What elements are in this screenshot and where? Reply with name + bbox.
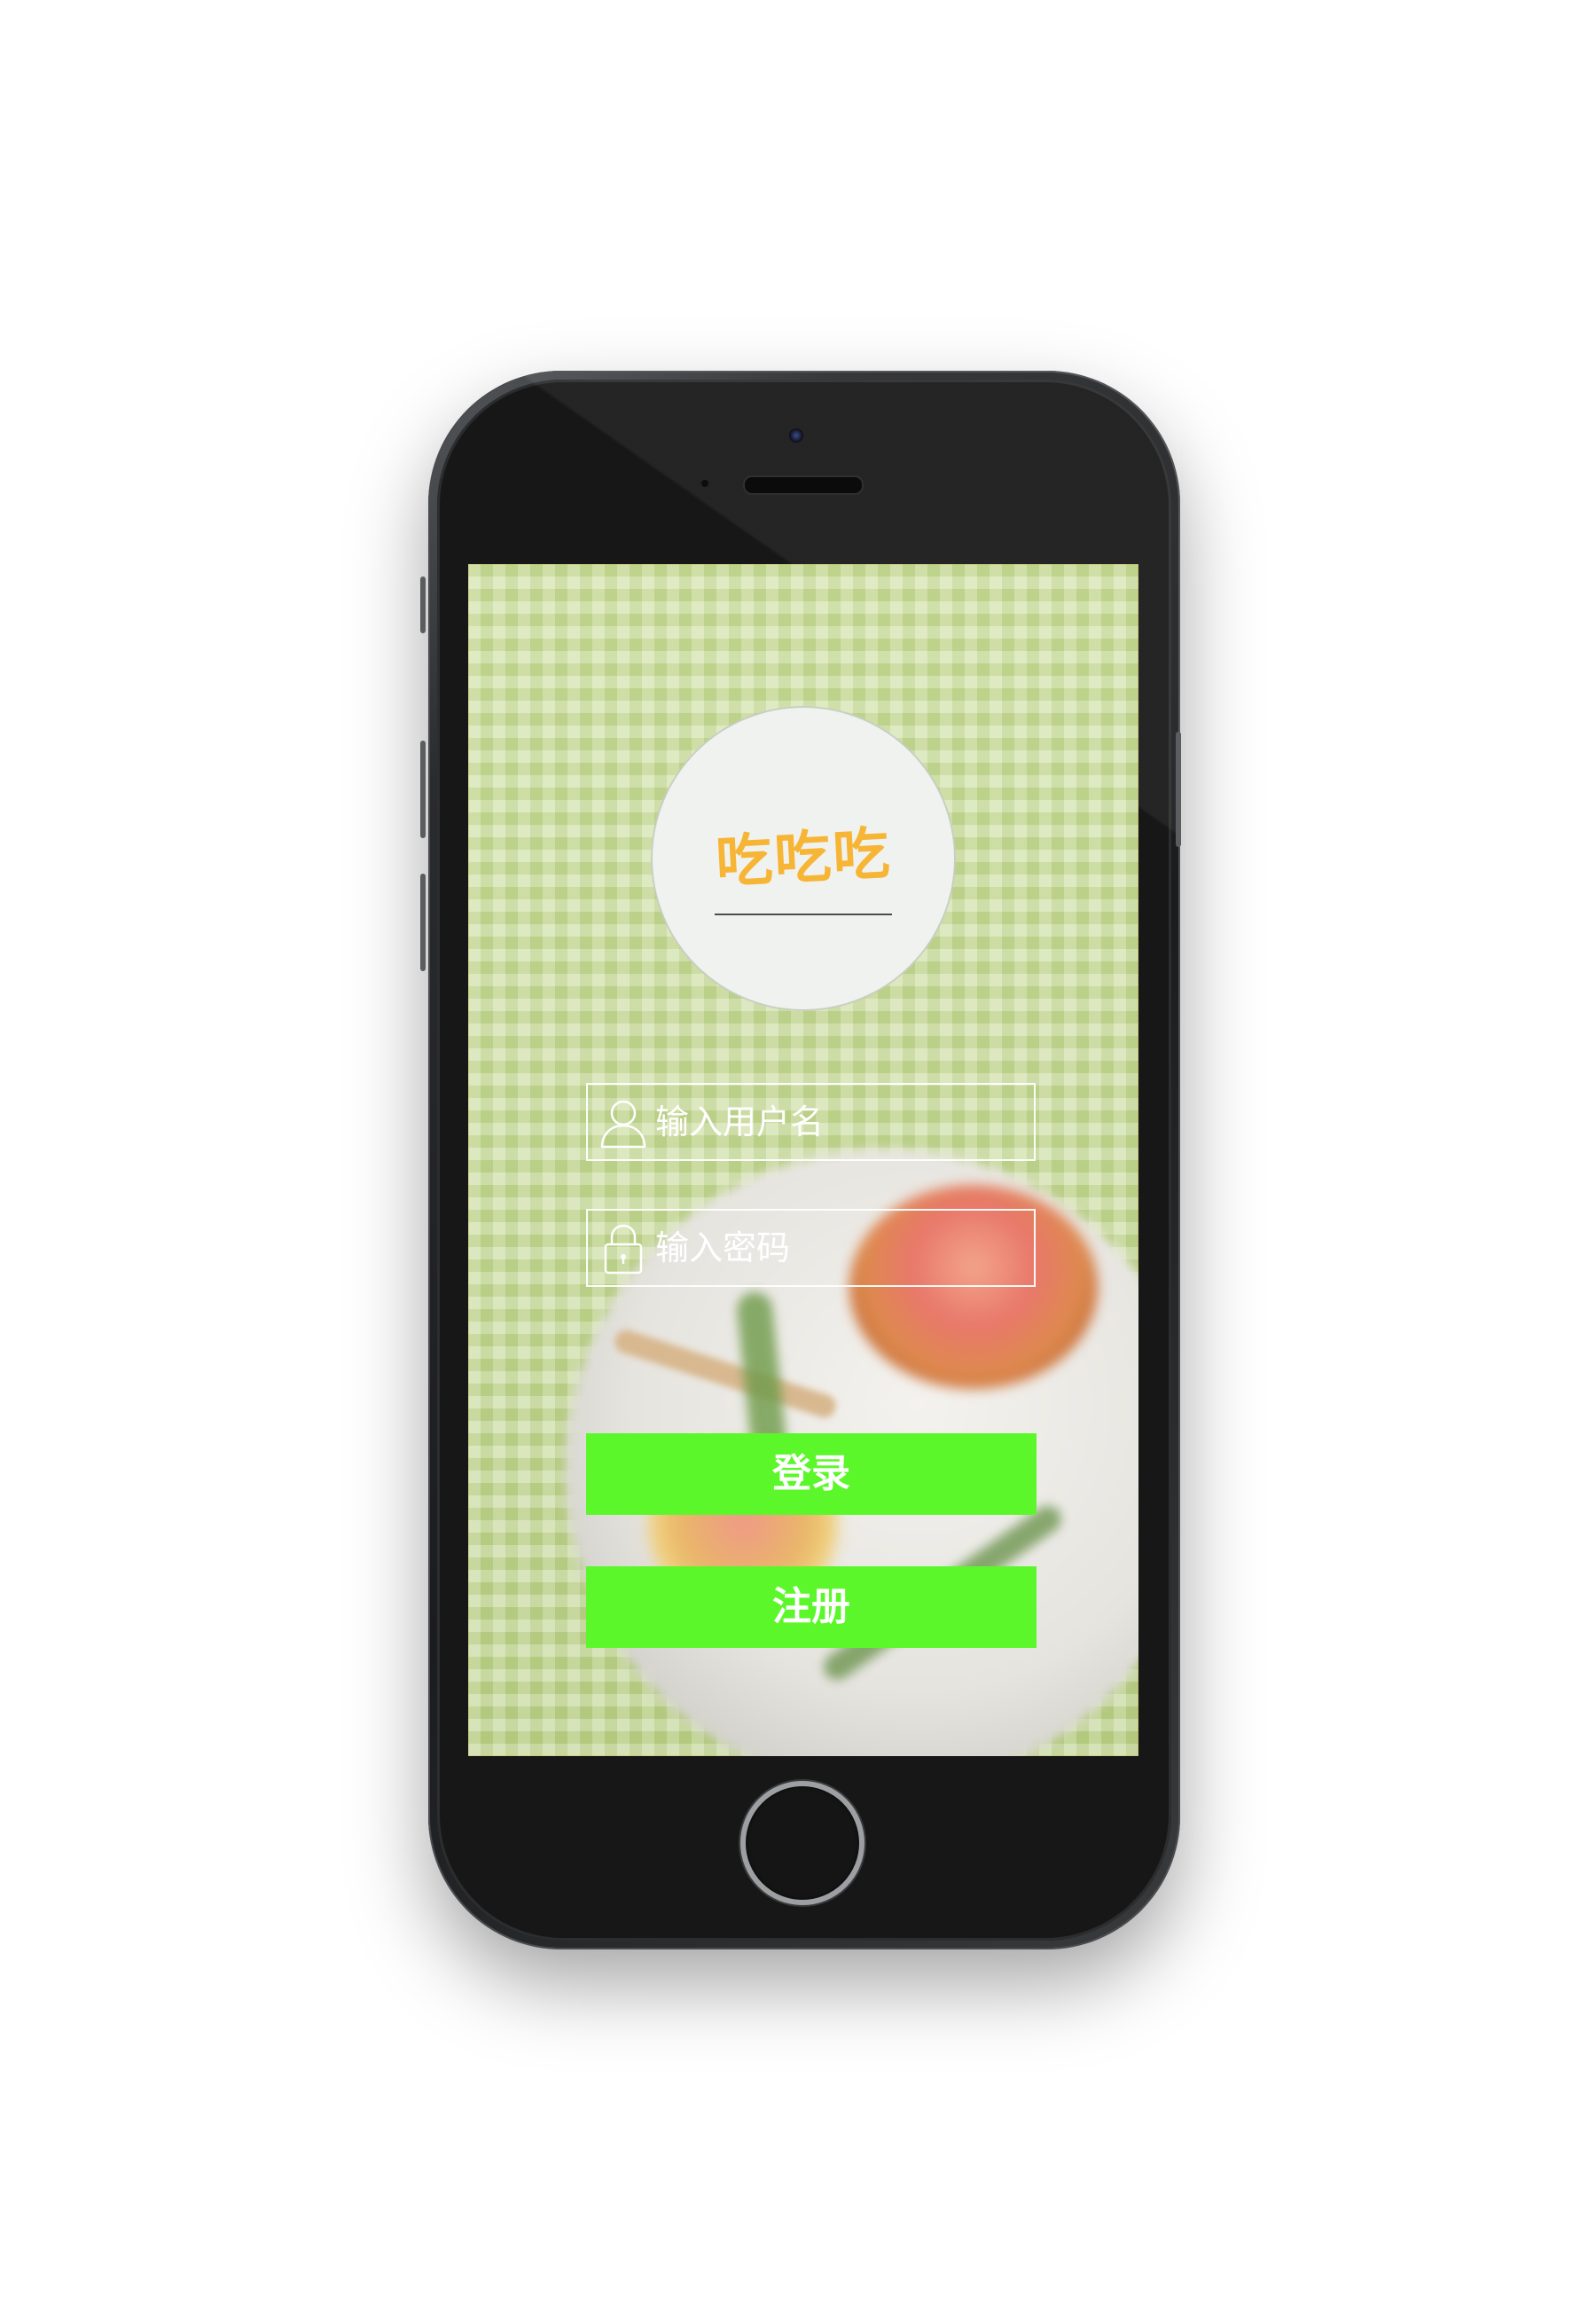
username-field[interactable] [586,1083,1036,1161]
username-input[interactable] [655,1085,1028,1159]
phone-volume-down [420,874,426,971]
proximity-sensor [701,480,708,487]
lock-icon [598,1221,648,1276]
logo-underline [715,914,892,915]
user-icon [598,1095,648,1150]
phone-power-button [1176,732,1181,847]
app-logo: 吃吃吃 [653,708,954,1009]
password-field[interactable] [586,1209,1036,1287]
login-button[interactable]: 登录 [586,1433,1037,1515]
login-screen: 吃吃吃 登录 注册 [468,564,1138,1756]
earpiece-speaker [743,475,864,495]
app-logo-text: 吃吃吃 [714,820,894,897]
phone-mute-switch [420,576,426,633]
register-button[interactable]: 注册 [586,1566,1037,1648]
home-button[interactable] [740,1781,864,1905]
phone-volume-up [420,741,426,838]
password-input[interactable] [655,1211,1028,1285]
front-camera [789,428,803,443]
